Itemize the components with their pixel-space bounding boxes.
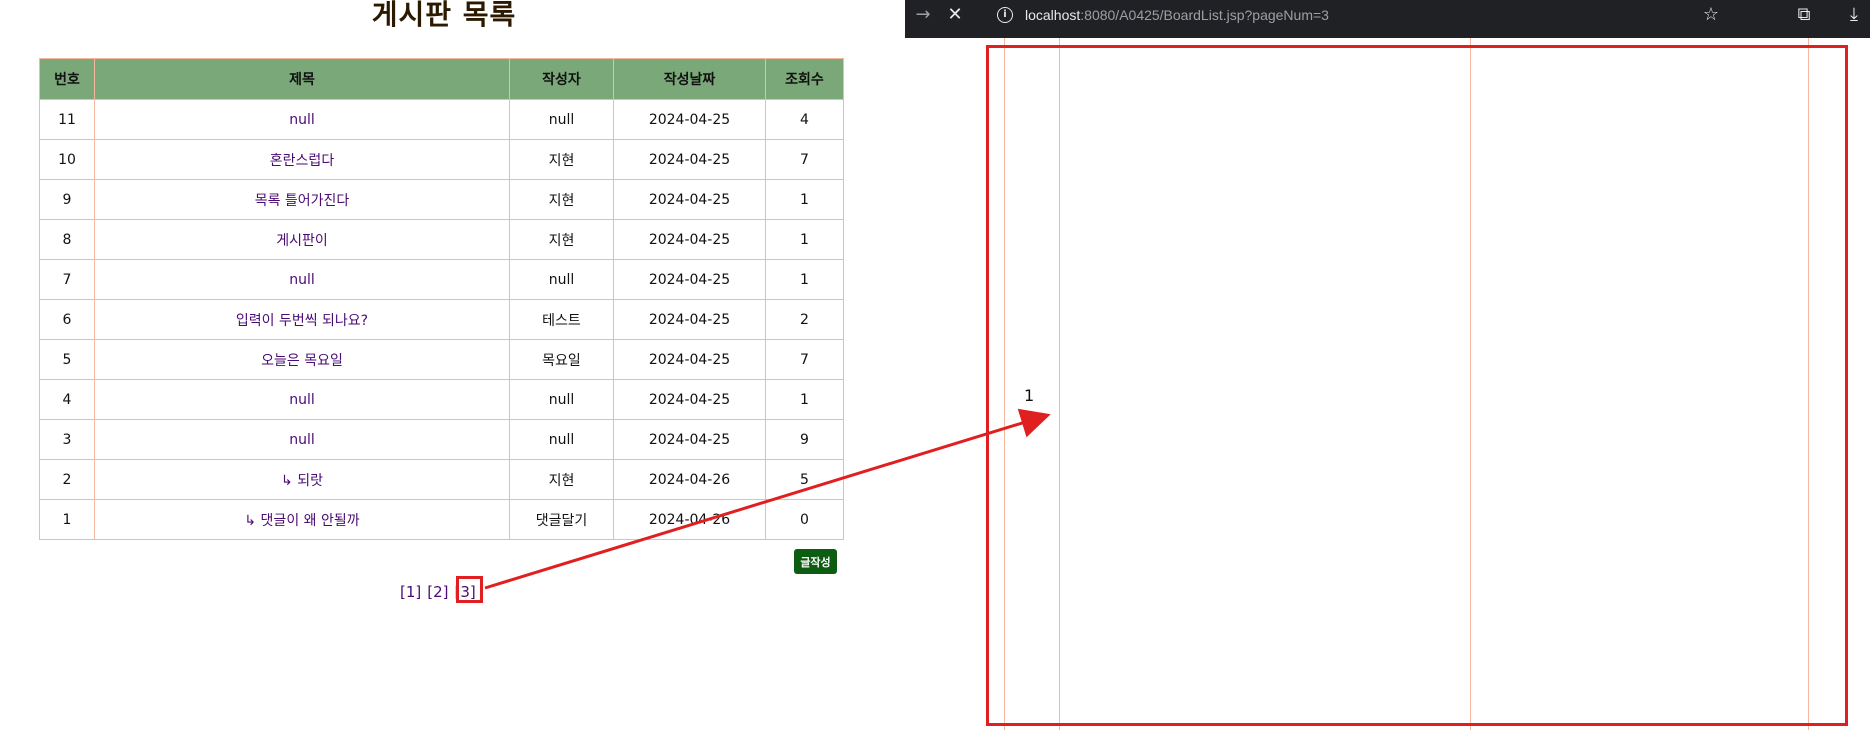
row-date: 2024-04-25 <box>613 419 766 460</box>
row-views: 2 <box>765 299 844 340</box>
row-title[interactable]: ↳ 되랏 <box>94 459 510 500</box>
download-icon[interactable]: ⤓ <box>1840 0 1868 30</box>
address-bar[interactable]: i localhost:8080/A0425/BoardList.jsp?pag… <box>985 1 1665 29</box>
row-date: 2024-04-25 <box>613 139 766 180</box>
row-author: null <box>509 379 614 420</box>
annotation-red-frame <box>986 45 1848 726</box>
row-author: 지현 <box>509 179 614 220</box>
post-title-link[interactable]: null <box>289 272 315 288</box>
table-row: 11 null null 2024-04-25 4 <box>39 99 844 140</box>
row-title[interactable]: null <box>94 379 510 420</box>
close-icon[interactable]: ✕ <box>941 0 969 30</box>
row-number: 6 <box>39 299 95 340</box>
row-author: 목요일 <box>509 339 614 380</box>
row-title[interactable]: 게시판이 <box>94 219 510 260</box>
table-row: 2 ↳ 되랏 지현 2024-04-26 5 <box>39 459 844 500</box>
column-header-number: 번호 <box>39 58 95 100</box>
row-views: 7 <box>765 339 844 380</box>
row-author: 테스트 <box>509 299 614 340</box>
browser-toolbar: → ✕ i localhost:8080/A0425/BoardList.jsp… <box>905 0 1870 38</box>
row-number: 10 <box>39 139 95 180</box>
post-title-link[interactable]: null <box>289 432 315 448</box>
row-date: 2024-04-25 <box>613 379 766 420</box>
row-views: 9 <box>765 419 844 460</box>
post-title-link[interactable]: null <box>289 112 315 128</box>
page-link-2[interactable]: [2] <box>427 583 448 601</box>
row-views: 1 <box>765 179 844 220</box>
row-views: 5 <box>765 459 844 500</box>
post-title-link[interactable]: ↳ 되랏 <box>281 473 323 489</box>
column-header-date: 작성날짜 <box>613 58 766 100</box>
row-author: 지현 <box>509 219 614 260</box>
table-header-row: 번호 제목 작성자 작성날짜 조회수 <box>39 58 844 100</box>
row-number: 2 <box>39 459 95 500</box>
table-row: 4 null null 2024-04-25 1 <box>39 379 844 420</box>
row-title[interactable]: ↳ 댓글이 왜 안될까 <box>94 499 510 540</box>
page-link-1[interactable]: [1] <box>400 583 421 601</box>
row-views: 1 <box>765 379 844 420</box>
table-row: 5 오늘은 목요일 목요일 2024-04-25 7 <box>39 339 844 380</box>
annotation-highlight-box <box>456 576 483 603</box>
row-author: 댓글달기 <box>509 499 614 540</box>
write-post-button[interactable]: 글작성 <box>794 549 837 574</box>
table-row: 7 null null 2024-04-25 1 <box>39 259 844 300</box>
row-title[interactable]: 혼란스럽다 <box>94 139 510 180</box>
row-title[interactable]: 오늘은 목요일 <box>94 339 510 380</box>
row-number: 5 <box>39 339 95 380</box>
row-number: 3 <box>39 419 95 460</box>
column-header-title: 제목 <box>94 58 510 100</box>
row-date: 2024-04-25 <box>613 259 766 300</box>
board-table: 번호 제목 작성자 작성날짜 조회수 11 null null 2024-04-25 4… <box>39 58 844 540</box>
row-title[interactable]: 입력이 두번씩 되나요? <box>94 299 510 340</box>
table-row: 9 목록 틀어가진다 지현 2024-04-25 1 <box>39 179 844 220</box>
info-icon[interactable]: i <box>997 7 1013 23</box>
row-number: 11 <box>39 99 95 140</box>
table-row: 10 혼란스럽다 지현 2024-04-25 7 <box>39 139 844 180</box>
table-row: 8 게시판이 지현 2024-04-25 1 <box>39 219 844 260</box>
post-title-link[interactable]: null <box>289 392 315 408</box>
row-number: 9 <box>39 179 95 220</box>
row-views: 0 <box>765 499 844 540</box>
table-row: 6 입력이 두번씩 되나요? 테스트 2024-04-25 2 <box>39 299 844 340</box>
post-title-link[interactable]: ↳ 댓글이 왜 안될까 <box>244 513 359 529</box>
row-title[interactable]: 목록 틀어가진다 <box>94 179 510 220</box>
row-number: 1 <box>39 499 95 540</box>
row-views: 1 <box>765 259 844 300</box>
row-date: 2024-04-25 <box>613 99 766 140</box>
star-icon[interactable]: ☆ <box>1697 0 1725 30</box>
row-number: 4 <box>39 379 95 420</box>
row-title[interactable]: null <box>94 99 510 140</box>
post-title-link[interactable]: 입력이 두번씩 되나요? <box>236 313 368 329</box>
table-row: 3 null null 2024-04-25 9 <box>39 419 844 460</box>
row-date: 2024-04-26 <box>613 459 766 500</box>
row-date: 2024-04-25 <box>613 299 766 340</box>
row-title[interactable]: null <box>94 259 510 300</box>
table-row: 1 ↳ 댓글이 왜 안될까 댓글달기 2024-04-26 0 <box>39 499 844 540</box>
row-date: 2024-04-25 <box>613 339 766 380</box>
post-title-link[interactable]: 오늘은 목요일 <box>261 353 343 369</box>
url-text[interactable]: localhost:8080/A0425/BoardList.jsp?pageN… <box>1025 1 1329 29</box>
row-date: 2024-04-25 <box>613 179 766 220</box>
page-title: 게시판 목록 <box>371 0 517 31</box>
column-header-author: 작성자 <box>509 58 614 100</box>
row-number: 7 <box>39 259 95 300</box>
puzzle-icon[interactable]: ⧉ <box>1790 0 1818 30</box>
row-title[interactable]: null <box>94 419 510 460</box>
row-date: 2024-04-25 <box>613 219 766 260</box>
row-author: null <box>509 419 614 460</box>
post-title-link[interactable]: 게시판이 <box>276 233 328 249</box>
row-views: 4 <box>765 99 844 140</box>
row-views: 1 <box>765 219 844 260</box>
post-title-link[interactable]: 혼란스럽다 <box>270 153 334 169</box>
row-author: 지현 <box>509 459 614 500</box>
column-header-views: 조회수 <box>765 58 844 100</box>
forward-arrow-icon[interactable]: → <box>909 0 937 30</box>
row-author: 지현 <box>509 139 614 180</box>
post-title-link[interactable]: 목록 틀어가진다 <box>255 193 350 209</box>
row-author: null <box>509 259 614 300</box>
row-author: null <box>509 99 614 140</box>
row-date: 2024-04-26 <box>613 499 766 540</box>
row-views: 7 <box>765 139 844 180</box>
row-number: 8 <box>39 219 95 260</box>
